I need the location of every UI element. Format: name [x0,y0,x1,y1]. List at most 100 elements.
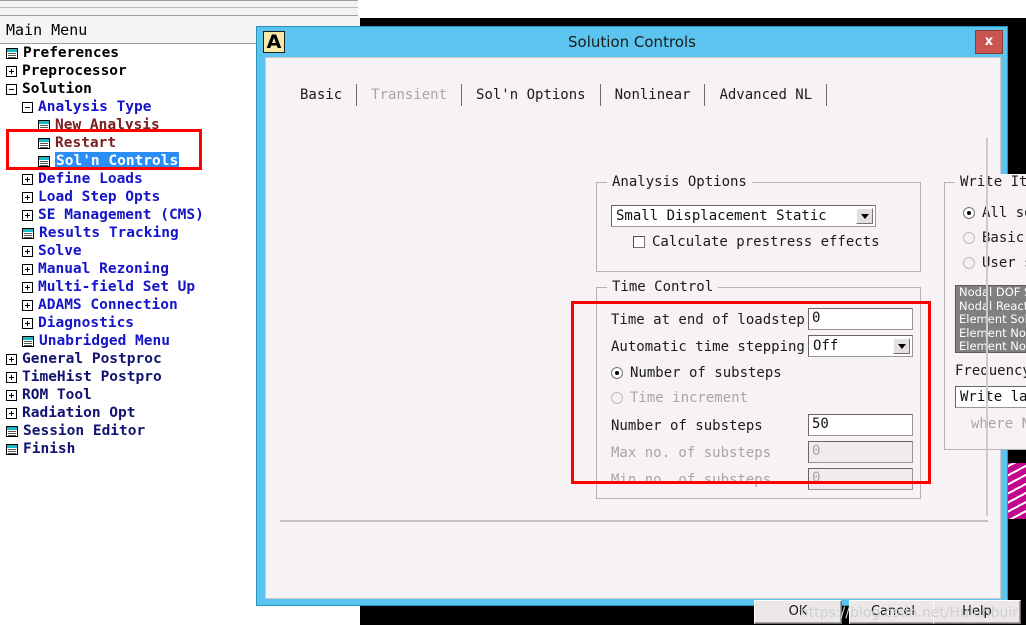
radio-all-solution-items-row[interactable]: All solution items [963,205,1026,221]
min-substeps-input: 0 [808,468,913,490]
radio-number-of-substeps-row[interactable]: Number of substeps [611,365,782,381]
list-item[interactable]: Nodal DOF Solution [956,286,1026,300]
tree-item-label: Solve [38,243,82,259]
frequency-dropdown[interactable]: Write last substep only [955,386,1026,408]
footer-separator [280,520,988,522]
tree-item-label: Finish [23,441,76,457]
radio-time-increment-label: Time increment [630,390,749,406]
list-item[interactable]: Element Nodal Stresses [956,339,1026,352]
tree-item-label: Results Tracking [39,225,179,241]
close-icon[interactable]: x [975,30,1003,54]
analysis-options-legend: Analysis Options [607,174,752,190]
radio-label: User selected [982,255,1026,271]
max-substeps-input: 0 [808,441,913,463]
tab-nonlinear[interactable]: Nonlinear [605,84,701,106]
solution-controls-dialog: A Solution Controls x Basic Transient Sol'… [256,26,1026,624]
tree-item-label: Diagnostics [38,315,135,331]
plus-icon[interactable] [22,281,33,293]
tree-item-label: TimeHist Postpro [22,369,162,385]
plus-icon[interactable] [22,173,33,185]
tree-item-label: New Analysis [55,117,160,133]
automatic-time-stepping-dropdown[interactable]: Off [808,335,913,357]
menu-leaf-icon [22,227,34,239]
analysis-type-value: Small Displacement Static [616,208,827,224]
radio-icon[interactable] [963,257,975,269]
chevron-down-icon[interactable] [893,338,910,354]
tree-item-label: Restart [55,135,117,151]
menu-leaf-icon [38,137,50,149]
radio-icon[interactable] [963,232,975,244]
tab-separator [599,84,601,106]
list-item[interactable]: Element Nodal Loads [956,326,1026,341]
tab-advanced-nl[interactable]: Advanced NL [709,84,822,106]
plus-icon[interactable] [22,209,33,221]
plus-icon[interactable] [22,299,33,311]
tree-item-label: General Postproc [22,351,162,367]
calculate-prestress-label: Calculate prestress effects [652,234,880,250]
tab-separator [356,84,358,106]
menu-leaf-icon [22,335,34,347]
tab-separator [826,84,828,106]
tab-transient[interactable]: Transient [361,84,457,106]
radio-icon-selected[interactable] [611,367,623,379]
radio-basic-quantities-row[interactable]: Basic quantities [963,230,1026,246]
write-items-listbox[interactable]: Nodal DOF SolutionNodal Reaction LoadsEl… [955,285,1026,353]
radio-icon-selected[interactable] [963,207,975,219]
tree-item-label: ROM Tool [22,387,92,403]
dialog-titlebar[interactable]: A Solution Controls x [257,27,1007,57]
plus-icon[interactable] [6,407,17,419]
menu-leaf-icon [6,425,18,437]
tab-basic[interactable]: Basic [290,84,352,106]
time-end-loadstep-input[interactable]: 0 [808,308,913,330]
radio-user-selected-row[interactable]: User selected [963,255,1026,271]
plus-icon[interactable] [6,353,17,365]
tree-item-label: Analysis Type [38,99,152,115]
radio-time-increment-row[interactable]: Time increment [611,390,748,406]
list-item[interactable]: Nodal Reaction Loads [956,299,1026,314]
calculate-prestress-checkbox-row[interactable]: Calculate prestress effects [633,234,880,250]
plus-icon[interactable] [22,191,33,203]
menu-leaf-icon [6,47,18,59]
tree-item-label: Load Step Opts [38,189,161,205]
tab-separator [704,84,706,106]
screen-root: Main Menu Preferences Preprocessor Solutio… [0,0,1026,625]
main-menu-title: Main Menu [6,21,88,39]
tab-separator [461,84,463,106]
radio-label: Basic quantities [982,230,1026,246]
plus-icon[interactable] [22,263,33,275]
tree-item-label: Preprocessor [22,63,127,79]
menu-leaf-icon [38,119,50,131]
menu-leaf-icon [6,443,18,455]
min-substeps-label: Min no. of substeps [611,472,772,488]
radio-number-of-substeps-label: Number of substeps [630,365,782,381]
tab-sol-n-options[interactable]: Sol'n Options [466,84,596,106]
dialog-tabs[interactable]: Basic Transient Sol'n Options Nonlinear Adva… [290,80,831,110]
minus-icon[interactable] [22,101,33,113]
dialog-title: Solution Controls [568,33,696,51]
chevron-down-icon[interactable] [856,208,873,224]
minus-icon[interactable] [6,83,17,95]
analysis-type-dropdown[interactable]: Small Displacement Static [611,205,876,227]
tree-item-label: Multi-field Set Up [38,279,196,295]
plus-icon[interactable] [6,371,17,383]
max-substeps-label: Max no. of substeps [611,445,772,461]
checkbox-icon[interactable] [633,236,645,248]
tree-item-label: Unabridged Menu [39,333,170,349]
number-of-substeps-input[interactable]: 50 [808,414,913,436]
list-item[interactable]: Element Solution [956,312,1026,327]
plus-icon[interactable] [6,65,17,77]
dialog-body: Basic Transient Sol'n Options Nonlinear Adva… [265,57,1026,624]
watermark: https://blog.csdn.net/Hulunbuir [799,605,1018,621]
analysis-options-group: Analysis Options Small Displacement Stat… [596,174,921,272]
tree-item-label: Preferences [23,45,120,61]
tree-item-label: Define Loads [38,171,143,187]
menu-toolbar-strip [0,0,358,16]
radio-icon[interactable] [611,392,623,404]
radio-label: All solution items [982,205,1026,221]
automatic-time-stepping-value: Off [813,338,839,354]
plus-icon[interactable] [22,245,33,257]
tree-item-label: Manual Rezoning [38,261,169,277]
plus-icon[interactable] [22,317,33,329]
tree-item-label: SE Management (CMS) [38,207,204,223]
plus-icon[interactable] [6,389,17,401]
